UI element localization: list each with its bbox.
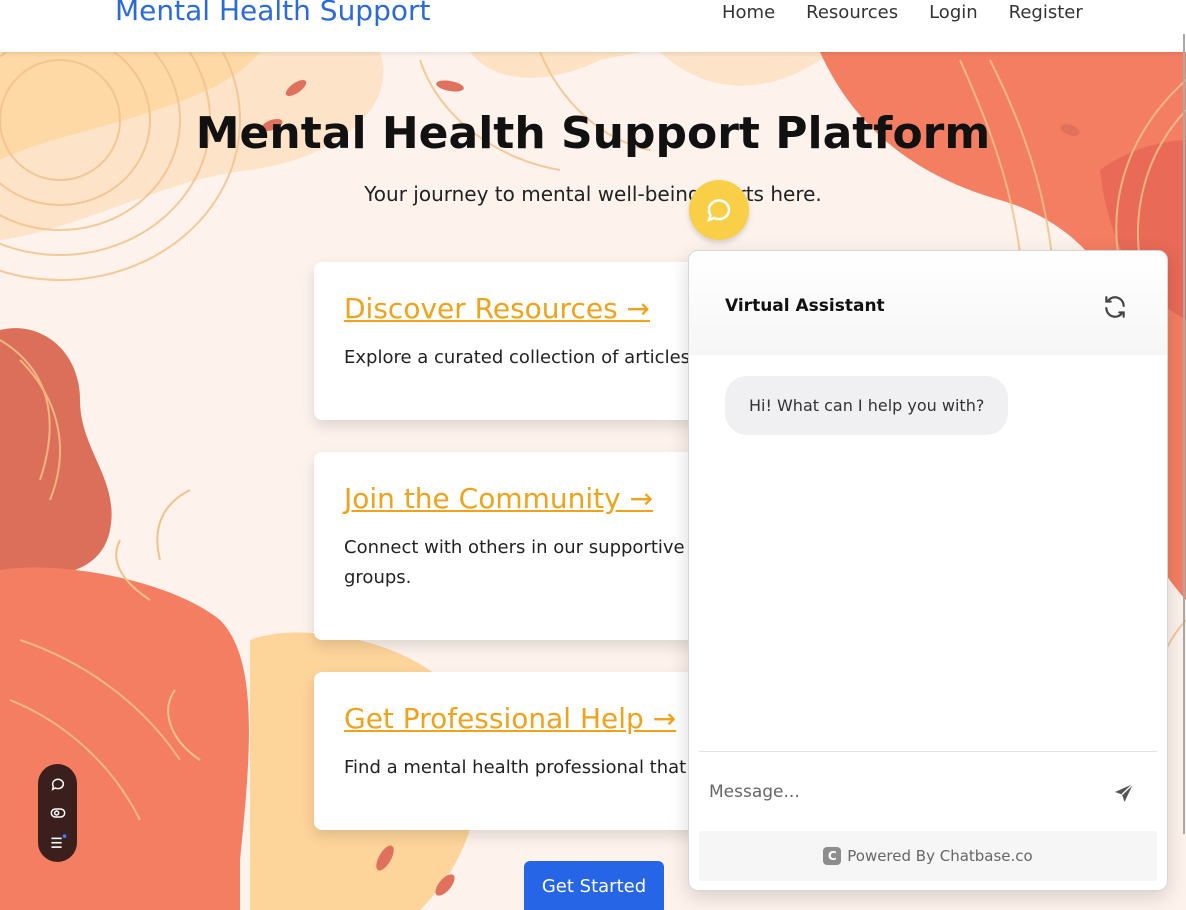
nav-link-login[interactable]: Login	[929, 2, 978, 23]
nav-link-home[interactable]: Home	[722, 2, 775, 23]
chat-messages[interactable]: Hi! What can I help you with?	[699, 355, 1157, 751]
send-icon[interactable]	[1112, 781, 1138, 807]
assistant-message: Hi! What can I help you with?	[725, 376, 1009, 435]
nav-links: Home Resources Login Register	[722, 2, 1083, 23]
floating-toolbar	[38, 764, 77, 862]
nav-link-register[interactable]: Register	[1009, 2, 1083, 23]
chat-bubble-icon	[707, 199, 731, 223]
brand-logo-text[interactable]: Mental Health Support	[115, 0, 430, 27]
page-title: Mental Health Support Platform	[195, 108, 991, 159]
refresh-icon[interactable]	[1102, 294, 1128, 320]
message-input[interactable]	[709, 771, 1089, 813]
card-title-link[interactable]: Discover Resources →	[344, 292, 650, 325]
nav-link-resources[interactable]: Resources	[806, 2, 898, 23]
card-description: Explore a curated collection of articles…	[344, 347, 696, 368]
card-title-link[interactable]: Join the Community →	[344, 482, 653, 515]
menu-icon[interactable]	[48, 832, 68, 852]
scrollbar[interactable]	[1183, 34, 1185, 834]
chat-header: Virtual Assistant	[689, 251, 1167, 355]
card-description: Connect with others in our supportive f …	[344, 537, 697, 588]
powered-by-link[interactable]: Powered By Chatbase.co	[847, 847, 1032, 865]
toggle-icon[interactable]	[48, 803, 68, 823]
divider	[699, 751, 1157, 752]
page-subtitle: Your journey to mental well-being starts…	[364, 182, 822, 206]
card-description: Find a mental health professional that s	[344, 757, 702, 778]
chat-footer: C Powered By Chatbase.co	[699, 831, 1157, 881]
get-started-button[interactable]: Get Started	[524, 861, 664, 910]
chatbase-logo-icon: C	[823, 847, 842, 865]
chat-bubble-icon[interactable]	[48, 774, 68, 794]
top-navbar: Mental Health Support Home Resources Log…	[0, 0, 1186, 52]
chat-launcher-button[interactable]	[689, 180, 749, 240]
chat-title: Virtual Assistant	[725, 296, 885, 316]
chat-widget: Virtual Assistant Hi! What can I help yo…	[688, 250, 1168, 891]
card-title-link[interactable]: Get Professional Help →	[344, 702, 676, 735]
